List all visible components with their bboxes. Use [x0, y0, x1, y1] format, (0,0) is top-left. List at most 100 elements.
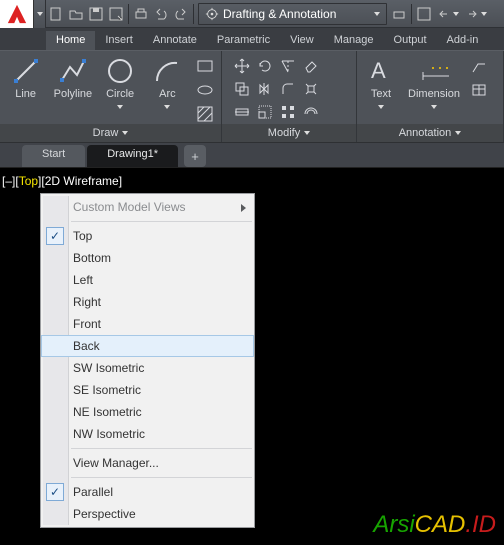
- chevron-down-icon: [453, 12, 459, 16]
- menu-bottom[interactable]: Bottom: [41, 247, 254, 269]
- qat-save2-icon[interactable]: [414, 0, 434, 28]
- document-tabs: Start Drawing1* +: [0, 142, 504, 168]
- cmd-hatch[interactable]: [195, 104, 215, 124]
- menu-left[interactable]: Left: [41, 269, 254, 291]
- menu-perspective[interactable]: Perspective: [41, 503, 254, 525]
- cmd-table[interactable]: [469, 80, 489, 100]
- qat-print-icon[interactable]: [389, 0, 409, 28]
- ribbon: Line Polyline Circle Arc Draw: [0, 50, 504, 142]
- tab-annotate[interactable]: Annotate: [143, 31, 207, 50]
- tab-manage[interactable]: Manage: [324, 31, 384, 50]
- tab-output[interactable]: Output: [384, 31, 437, 50]
- menu-top[interactable]: ✓ Top: [41, 225, 254, 247]
- tab-addin[interactable]: Add-in: [437, 31, 489, 50]
- panel-annotation-title[interactable]: Annotation: [357, 124, 503, 142]
- cmd-rotate[interactable]: [255, 56, 275, 76]
- fillet-icon: [280, 81, 296, 97]
- cmd-move[interactable]: [232, 56, 252, 76]
- menu-custom-views[interactable]: Custom Model Views: [41, 196, 254, 218]
- menu-parallel[interactable]: ✓ Parallel: [41, 481, 254, 503]
- panel-draw: Line Polyline Circle Arc Draw: [0, 51, 222, 142]
- qat-open-icon[interactable]: [66, 0, 86, 28]
- panel-modify-title[interactable]: Modify: [222, 124, 356, 142]
- cmd-trim[interactable]: [278, 56, 298, 76]
- chevron-down-icon: [455, 131, 461, 135]
- qat-plot-icon[interactable]: [131, 0, 151, 28]
- chevron-down-icon: [378, 105, 384, 109]
- qat-saveas-icon[interactable]: [106, 0, 126, 28]
- menu-ne-iso[interactable]: NE Isometric: [41, 401, 254, 423]
- workspace-selector[interactable]: Drafting & Annotation: [198, 3, 387, 25]
- cmd-erase[interactable]: [301, 56, 321, 76]
- panel-draw-title[interactable]: Draw: [0, 124, 221, 142]
- cmd-polyline[interactable]: Polyline: [53, 56, 92, 100]
- cmd-array[interactable]: [278, 102, 298, 122]
- viewport-bracket-left: [–][: [2, 174, 19, 188]
- menu-front[interactable]: Front: [41, 313, 254, 335]
- drawing-canvas[interactable]: [–][Top][2D Wireframe] Custom Model View…: [0, 168, 504, 545]
- qat-undo-icon[interactable]: [151, 0, 171, 28]
- qat-undo2-icon[interactable]: [434, 0, 462, 28]
- app-menu-dropdown[interactable]: [34, 0, 46, 28]
- menu-se-iso[interactable]: SE Isometric: [41, 379, 254, 401]
- cmd-circle[interactable]: Circle: [101, 56, 140, 112]
- cmd-copy[interactable]: [232, 79, 252, 99]
- cmd-dimension-label: Dimension: [408, 88, 460, 112]
- cmd-polyline-label: Polyline: [54, 88, 93, 100]
- cmd-text[interactable]: A Text: [363, 56, 399, 112]
- cmd-leader[interactable]: [469, 56, 489, 76]
- doc-tab-start[interactable]: Start: [22, 145, 85, 167]
- tab-view[interactable]: View: [280, 31, 324, 50]
- menu-sw-iso[interactable]: SW Isometric: [41, 357, 254, 379]
- chevron-down-icon: [164, 105, 170, 109]
- doc-tab-add[interactable]: +: [184, 145, 206, 167]
- qat-redo2-icon[interactable]: [462, 0, 490, 28]
- cmd-arc[interactable]: Arc: [148, 56, 187, 112]
- tab-home[interactable]: Home: [46, 31, 95, 50]
- cmd-rectangle[interactable]: [195, 56, 215, 76]
- check-icon: ✓: [46, 227, 64, 245]
- submenu-arrow-icon: [241, 204, 246, 212]
- cmd-scale[interactable]: [255, 102, 275, 122]
- chevron-down-icon: [304, 131, 310, 135]
- menu-view-manager[interactable]: View Manager...: [41, 452, 254, 474]
- mirror-icon: [257, 81, 273, 97]
- chevron-down-icon: [122, 131, 128, 135]
- rectangle-icon: [196, 57, 214, 75]
- cmd-explode[interactable]: [301, 79, 321, 99]
- cmd-dimension[interactable]: Dimension: [407, 56, 461, 112]
- watermark-p1: Arsi: [373, 511, 414, 538]
- tab-insert[interactable]: Insert: [95, 31, 143, 50]
- chevron-down-icon: [374, 12, 380, 16]
- qat-new-icon[interactable]: [46, 0, 66, 28]
- watermark-p2: CAD: [415, 511, 466, 538]
- cmd-mirror[interactable]: [255, 79, 275, 99]
- trim-icon: [280, 58, 296, 74]
- viewport-label[interactable]: [–][Top][2D Wireframe]: [2, 174, 122, 188]
- menu-back[interactable]: Back: [41, 335, 254, 357]
- tab-parametric[interactable]: Parametric: [207, 31, 280, 50]
- plus-icon: +: [191, 149, 199, 164]
- text-icon: A: [368, 58, 394, 84]
- cmd-line[interactable]: Line: [6, 56, 45, 100]
- rotate-icon: [257, 58, 273, 74]
- qat-separator: [128, 4, 129, 24]
- cmd-line-label: Line: [15, 88, 36, 100]
- ribbon-tabs: Home Insert Annotate Parametric View Man…: [0, 28, 504, 50]
- doc-tab-drawing1[interactable]: Drawing1*: [87, 145, 178, 167]
- check-icon: ✓: [46, 483, 64, 501]
- qat-redo-icon[interactable]: [171, 0, 191, 28]
- menu-right[interactable]: Right: [41, 291, 254, 313]
- gear-icon: [205, 7, 219, 21]
- cmd-offset[interactable]: [301, 102, 321, 122]
- copy-icon: [234, 81, 250, 97]
- polyline-icon: [59, 57, 87, 85]
- menu-nw-iso[interactable]: NW Isometric: [41, 423, 254, 445]
- quick-access-toolbar: Drafting & Annotation: [0, 0, 504, 28]
- cmd-fillet[interactable]: [278, 79, 298, 99]
- cmd-stretch[interactable]: [232, 102, 252, 122]
- move-icon: [234, 58, 250, 74]
- qat-save-icon[interactable]: [86, 0, 106, 28]
- cmd-ellipse[interactable]: [195, 80, 215, 100]
- app-logo[interactable]: [0, 0, 34, 28]
